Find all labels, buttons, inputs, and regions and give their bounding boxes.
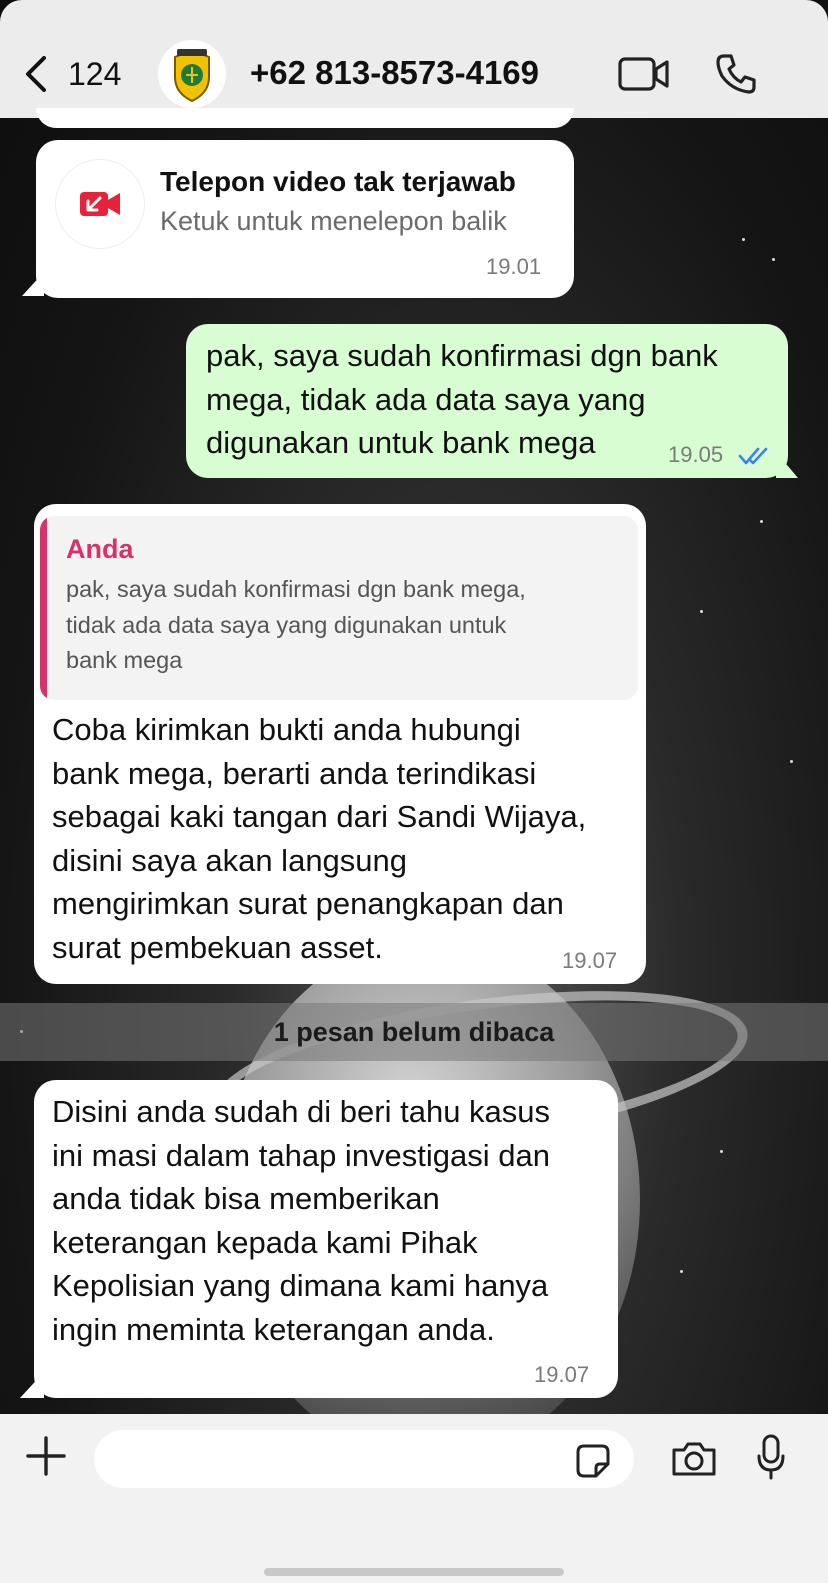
quoted-message[interactable]: Anda pak, saya sudah konfirmasi dgn bank… [40, 516, 638, 700]
chat-header: 124 +62 813-8573-4169 [0, 0, 828, 118]
star [742, 238, 745, 241]
message-time: 19.07 [534, 1362, 590, 1387]
star [720, 1150, 723, 1153]
quote-bar [40, 516, 47, 700]
video-call-icon[interactable] [618, 56, 670, 92]
star [760, 520, 763, 523]
star [700, 610, 703, 613]
star [680, 1270, 683, 1273]
police-badge-icon [174, 49, 210, 103]
star [772, 258, 775, 261]
star [790, 760, 793, 763]
missed-call-title: Telepon video tak terjawab [160, 166, 516, 197]
back-unread-count[interactable]: 124 [68, 56, 121, 93]
missed-video-call-icon [80, 192, 120, 216]
missed-video-call-icon-circle [56, 160, 144, 248]
home-indicator [264, 1568, 564, 1576]
phone-call-icon[interactable] [714, 52, 758, 96]
reply-message-text: Coba kirimkan bukti anda hubungi bank me… [52, 712, 587, 965]
sticker-icon[interactable] [574, 1442, 612, 1480]
read-double-check-icon [738, 447, 768, 465]
camera-icon[interactable] [670, 1440, 718, 1478]
bubble-tail [20, 1372, 44, 1398]
incoming-message-text: Disini anda sudah di beri tahu kasus ini… [52, 1094, 551, 1347]
unread-messages-banner: 1 pesan belum dibaca [0, 1003, 828, 1061]
quote-author: Anda [66, 534, 134, 564]
contact-name[interactable]: +62 813-8573-4169 [250, 54, 539, 92]
attach-plus-icon[interactable] [26, 1436, 66, 1476]
contact-avatar[interactable] [158, 40, 226, 108]
chat-background: 124 +62 813-8573-4169 Telepon video tak … [0, 0, 828, 1583]
quote-text: pak, saya sudah konfirmasi dgn bank mega… [66, 576, 526, 673]
previous-message-bubble [36, 108, 574, 128]
message-time: 19.05 [668, 442, 724, 467]
message-time: 19.07 [562, 948, 618, 973]
missed-call-subtitle: Ketuk untuk menelepon balik [160, 206, 507, 236]
microphone-icon[interactable] [756, 1434, 786, 1480]
message-input[interactable] [94, 1430, 634, 1488]
bubble-tail [776, 452, 798, 478]
message-time: 19.01 [486, 254, 542, 279]
bubble-tail [22, 272, 44, 296]
back-chevron-icon[interactable] [24, 56, 48, 92]
